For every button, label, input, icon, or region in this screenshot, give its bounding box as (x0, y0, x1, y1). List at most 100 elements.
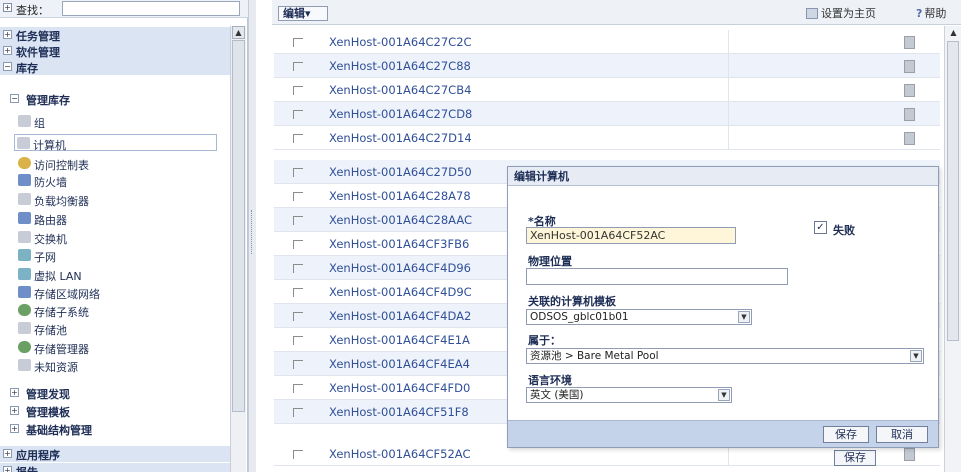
nav-templates[interactable]: + 管理模板 (0, 403, 230, 419)
nav-item-storage-manager[interactable]: 存储管理器 (16, 339, 226, 356)
belongs-select[interactable]: 资源池 > Bare Metal Pool ▼ (526, 348, 924, 364)
nav-manage-inventory[interactable]: − 管理库存 (0, 91, 230, 107)
computer-link[interactable]: XenHost-001A64C27D14 (329, 131, 472, 145)
computer-link[interactable]: XenHost-001A64CF4D9C (329, 285, 472, 299)
computer-link[interactable]: XenHost-001A64C27CB4 (329, 83, 471, 97)
nav-item-vlan[interactable]: 虚拟 LAN (16, 266, 226, 283)
nav-item-firewall[interactable]: 防火墙 (16, 172, 226, 189)
expand-icon[interactable]: + (10, 388, 19, 397)
row-checkbox[interactable] (293, 86, 303, 95)
table-row[interactable]: XenHost-001A64C27D14 (274, 126, 940, 150)
chevron-down-icon[interactable]: ▼ (910, 350, 922, 362)
nav-group-applications[interactable]: + 应用程序 (0, 446, 230, 462)
scroll-up-icon[interactable]: ▲ (947, 27, 960, 40)
edit-menu-button[interactable]: 编辑▾ (278, 6, 328, 21)
nav-item-subnet[interactable]: 子网 (16, 247, 226, 264)
table-row[interactable]: XenHost-001A64C27CD8 (274, 102, 940, 126)
row-checkbox[interactable] (293, 450, 303, 459)
scroll-up-icon[interactable]: ▲ (232, 26, 245, 39)
row-checkbox[interactable] (293, 216, 303, 225)
collapse-icon[interactable]: − (3, 62, 12, 71)
document-icon[interactable] (904, 60, 915, 73)
nav-item-router[interactable]: 路由器 (16, 210, 226, 227)
row-checkbox[interactable] (293, 312, 303, 321)
collapse-icon[interactable]: − (10, 94, 19, 103)
nav-item-access-control[interactable]: 访问控制表 (16, 155, 226, 172)
panel-splitter[interactable] (248, 0, 256, 472)
table-row[interactable]: XenHost-001A64C27CB4 (274, 78, 940, 102)
row-checkbox[interactable] (293, 168, 303, 177)
computer-link[interactable]: XenHost-001A64CF4E1A (329, 333, 470, 347)
save-button-background[interactable]: 保存 (834, 450, 876, 466)
row-checkbox[interactable] (293, 288, 303, 297)
row-checkbox[interactable] (293, 264, 303, 273)
row-checkbox[interactable] (293, 360, 303, 369)
document-icon[interactable] (904, 36, 915, 49)
nav-item-storage-pool[interactable]: 存储池 (16, 320, 226, 337)
expand-icon[interactable]: + (10, 406, 19, 415)
nav-item-group[interactable]: 组 (16, 113, 226, 130)
nav-discovery[interactable]: + 管理发现 (0, 385, 230, 401)
nav-item-switch[interactable]: 交换机 (16, 229, 226, 246)
row-checkbox[interactable] (293, 336, 303, 345)
document-icon[interactable] (904, 108, 915, 121)
location-field[interactable] (526, 268, 788, 285)
computer-link[interactable]: XenHost-001A64CF4DA2 (329, 309, 471, 323)
nav-item-computer[interactable]: 计算机 (14, 134, 217, 152)
failed-checkbox[interactable]: ✓ (814, 221, 827, 234)
find-input[interactable] (62, 1, 240, 16)
expand-icon[interactable]: + (3, 3, 12, 12)
splitter-grip[interactable] (251, 210, 254, 254)
expand-icon[interactable]: + (3, 46, 12, 55)
row-checkbox[interactable] (293, 384, 303, 393)
expand-icon[interactable]: + (3, 466, 12, 472)
computer-link[interactable]: XenHost-001A64CF3FB6 (329, 237, 469, 251)
computer-link[interactable]: XenHost-001A64CF4EA4 (329, 357, 470, 371)
main-scrollbar[interactable]: ▲ (944, 26, 961, 472)
document-icon[interactable] (904, 448, 915, 461)
table-row[interactable]: XenHost-001A64C27C2C (274, 30, 940, 54)
document-icon[interactable] (904, 132, 915, 145)
expand-icon[interactable]: + (3, 30, 12, 39)
computer-link[interactable]: XenHost-001A64C28AAC (329, 213, 472, 227)
computer-link[interactable]: XenHost-001A64C27CD8 (329, 107, 472, 121)
table-row[interactable]: XenHost-001A64C27C88 (274, 54, 940, 78)
nav-group-inventory[interactable]: − 库存 (0, 59, 230, 75)
computer-link[interactable]: XenHost-001A64C27D50 (329, 165, 472, 179)
nav-item-san[interactable]: 存储区域网络 (16, 284, 226, 301)
nav-group-task-management[interactable]: + 任务管理 (0, 27, 230, 43)
row-checkbox[interactable] (293, 38, 303, 47)
row-checkbox[interactable] (293, 62, 303, 71)
chevron-down-icon[interactable]: ▼ (718, 389, 730, 401)
nav-group-software-management[interactable]: + 软件管理 (0, 43, 230, 59)
name-field[interactable]: XenHost-001A64CF52AC (526, 227, 736, 244)
scroll-thumb[interactable] (232, 40, 245, 412)
expand-icon[interactable]: + (10, 424, 19, 433)
chevron-down-icon[interactable]: ▼ (738, 311, 750, 323)
scroll-thumb[interactable] (947, 41, 959, 341)
computer-link[interactable]: XenHost-001A64CF4FD0 (329, 381, 470, 395)
document-icon[interactable] (904, 84, 915, 97)
row-checkbox[interactable] (293, 134, 303, 143)
computer-link[interactable]: XenHost-001A64CF52AC (329, 447, 470, 461)
computer-link[interactable]: XenHost-001A64C28A78 (329, 189, 471, 203)
row-checkbox[interactable] (293, 240, 303, 249)
computer-link[interactable]: XenHost-001A64CF51F8 (329, 405, 469, 419)
expand-icon[interactable]: + (3, 449, 12, 458)
help-link[interactable]: ? 帮助 (916, 5, 946, 21)
computer-link[interactable]: XenHost-001A64C27C2C (329, 35, 472, 49)
nav-group-reports[interactable]: + 报告 (0, 463, 230, 472)
nav-scrollbar[interactable]: ▲ (230, 26, 246, 472)
nav-item-load-balancer[interactable]: 负载均衡器 (16, 191, 226, 208)
nav-infrastructure[interactable]: + 基础结构管理 (0, 421, 230, 437)
template-select[interactable]: ODSOS_gblc01b01 ▼ (526, 309, 752, 325)
cancel-button[interactable]: 取消 (876, 426, 928, 443)
save-button[interactable]: 保存 (823, 426, 869, 443)
computer-link[interactable]: XenHost-001A64CF4D96 (329, 261, 471, 275)
nav-item-storage-subsystem[interactable]: 存储子系统 (16, 302, 226, 319)
row-checkbox[interactable] (293, 192, 303, 201)
nav-item-unknown-resource[interactable]: 未知资源 (16, 357, 226, 374)
locale-select[interactable]: 英文 (美国) ▼ (526, 387, 732, 403)
set-as-home-link[interactable]: 设置为主页 (806, 5, 876, 21)
computer-link[interactable]: XenHost-001A64C27C88 (329, 59, 471, 73)
